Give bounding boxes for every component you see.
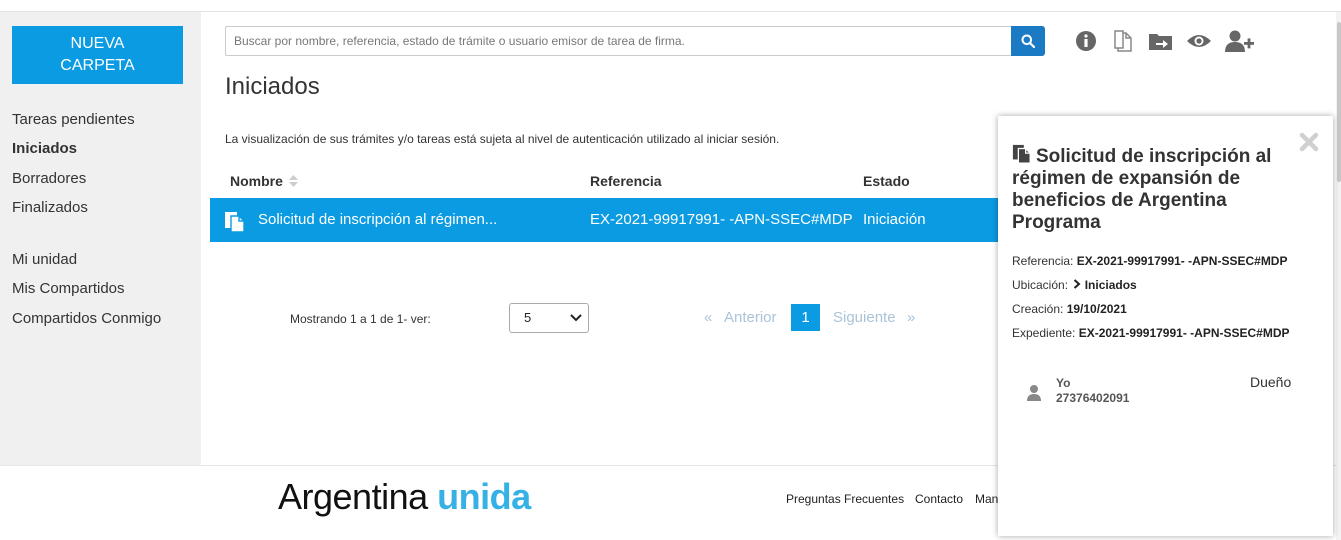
detail-file-value: EX-2021-99917991- -APN-SSEC#MDP <box>1078 326 1290 340</box>
search-button[interactable] <box>1011 26 1045 56</box>
owner-name: Yo <box>1056 376 1071 390</box>
row-file-icon-wrap <box>224 211 246 233</box>
brand-logo: Argentina unida <box>278 476 531 518</box>
add-user-button[interactable] <box>1224 27 1256 55</box>
info-button[interactable] <box>1074 27 1098 55</box>
eye-icon <box>1187 35 1211 47</box>
new-folder-button[interactable]: NUEVA CARPETA <box>12 26 183 84</box>
table-row[interactable]: Solicitud de inscripción al régimen... E… <box>210 198 1000 242</box>
owner-info: Yo 27376402091 <box>1056 376 1129 406</box>
column-header-referencia[interactable]: Referencia <box>590 173 662 189</box>
info-icon <box>1076 31 1096 51</box>
sidebar-item-borradores[interactable]: Borradores <box>12 170 86 187</box>
detail-location-label: Ubicación: <box>1012 278 1069 292</box>
close-icon <box>1299 132 1319 152</box>
prev-arrow-icon[interactable]: « <box>704 309 712 326</box>
row-name: Solicitud de inscripción al régimen... <box>258 211 498 228</box>
chevron-down-icon <box>570 314 582 322</box>
page-size-select[interactable]: 5 <box>509 303 589 333</box>
detail-reference-value: EX-2021-99917991- -APN-SSEC#MDP <box>1076 254 1288 268</box>
showing-count: Mostrando 1 a 1 de 1- ver: <box>290 312 431 326</box>
detail-reference: Referencia: EX-2021-99917991- -APN-SSEC#… <box>1012 254 1287 268</box>
detail-created-value: 19/10/2021 <box>1066 302 1127 316</box>
top-bar <box>0 0 1341 12</box>
sidebar-item-compartidos-conmigo[interactable]: Compartidos Conmigo <box>12 310 161 327</box>
document-copy-icon <box>225 212 245 233</box>
sidebar-item-mi-unidad[interactable]: Mi unidad <box>12 251 77 268</box>
view-button[interactable] <box>1186 27 1212 55</box>
sidebar-item-finalizados[interactable]: Finalizados <box>12 199 88 216</box>
new-folder-label-line1: NUEVA <box>70 35 125 52</box>
document-icon <box>1114 30 1132 52</box>
search-icon <box>1021 34 1035 48</box>
new-folder-label-line2: CARPETA <box>60 57 135 74</box>
document-copy-icon <box>1012 144 1031 164</box>
sort-icon <box>288 175 298 187</box>
column-header-nombre[interactable]: Nombre <box>230 173 298 189</box>
owner-role: Dueño <box>1250 374 1292 390</box>
sidebar-item-tareas-pendientes[interactable]: Tareas pendientes <box>12 111 135 128</box>
detail-location: Ubicación: Iniciados <box>1012 278 1137 292</box>
user-icon <box>1027 385 1041 401</box>
footer-link-faq[interactable]: Preguntas Frecuentes <box>786 492 904 506</box>
column-header-estado[interactable]: Estado <box>863 173 910 189</box>
detail-title: Solicitud de inscripción al régimen de e… <box>1012 146 1272 233</box>
search-input[interactable] <box>225 26 1012 56</box>
brand-part1: Argentina <box>278 476 428 517</box>
detail-created: Creación: 19/10/2021 <box>1012 302 1127 316</box>
close-button[interactable] <box>1299 132 1319 157</box>
brand-part2: unida <box>437 476 531 517</box>
sidebar: NUEVA CARPETA Tareas pendientes Iniciado… <box>0 12 201 466</box>
sidebar-item-mis-compartidos[interactable]: Mis Compartidos <box>12 280 125 297</box>
column-header-nombre-label: Nombre <box>230 173 283 189</box>
detail-panel: Solicitud de inscripción al régimen de e… <box>998 116 1333 536</box>
add-user-icon <box>1225 30 1254 52</box>
chevron-right-icon <box>1074 279 1081 289</box>
next-arrow-icon[interactable]: » <box>907 309 915 326</box>
move-folder-button[interactable] <box>1148 27 1174 55</box>
page-size-value: 5 <box>524 310 532 325</box>
prev-page-button[interactable]: Anterior <box>724 309 777 326</box>
row-status: Iniciación <box>863 211 926 228</box>
owner-id: 27376402091 <box>1056 391 1130 405</box>
scrollbar-thumb[interactable] <box>1337 22 1341 182</box>
footer-link-manual[interactable]: Man <box>975 492 998 506</box>
detail-created-label: Creación: <box>1012 302 1064 316</box>
footer-link-contact[interactable]: Contacto <box>915 492 963 506</box>
next-page-button[interactable]: Siguiente <box>833 309 896 326</box>
detail-location-value[interactable]: Iniciados <box>1085 278 1137 292</box>
detail-reference-label: Referencia: <box>1012 254 1074 268</box>
detail-file: Expediente: EX-2021-99917991- -APN-SSEC#… <box>1012 326 1290 340</box>
page-title: Iniciados <box>225 73 320 100</box>
sidebar-item-iniciados[interactable]: Iniciados <box>12 140 77 157</box>
detail-file-label: Expediente: <box>1012 326 1076 340</box>
auth-notice: La visualización de sus trámites y/o tar… <box>225 132 780 146</box>
detail-title-wrap: Solicitud de inscripción al régimen de e… <box>1012 144 1280 234</box>
current-page-button[interactable]: 1 <box>791 304 820 331</box>
search-bar <box>225 26 1045 56</box>
document-button[interactable] <box>1112 27 1134 55</box>
move-folder-icon <box>1149 34 1172 50</box>
row-reference: EX-2021-99917991- -APN-SSEC#MDP <box>590 211 853 228</box>
